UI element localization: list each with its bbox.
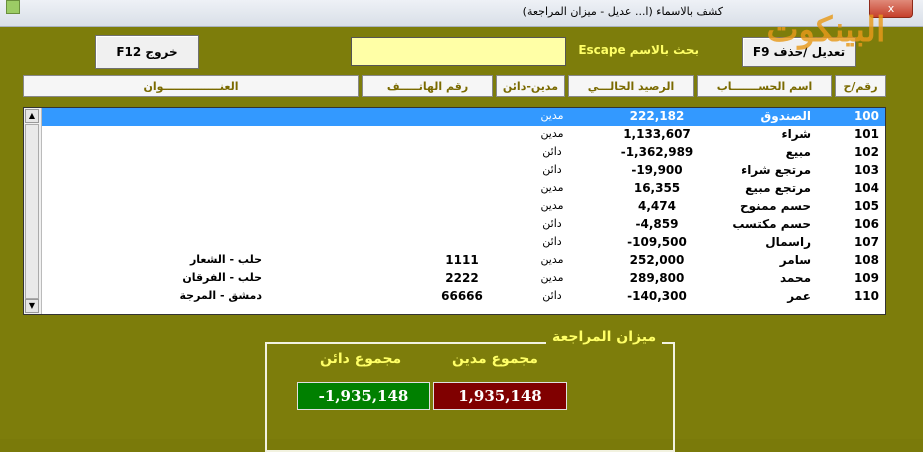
- cell-code: 105: [853, 199, 879, 213]
- cell-code: 106: [853, 217, 879, 231]
- scroll-thumb[interactable]: [25, 124, 39, 299]
- cell-code: 110: [853, 289, 879, 303]
- cell-balance: -1,362,989: [620, 145, 694, 159]
- credit-total-label: مجموع دائن: [320, 351, 402, 367]
- cell-code: 101: [853, 127, 879, 141]
- cell-type: مدين: [540, 253, 564, 266]
- cell-name: عمر: [787, 289, 811, 303]
- cell-address: حلب - الشعار: [189, 253, 262, 266]
- table-row[interactable]: 107 راسمال -109,500 دائن: [42, 234, 885, 252]
- cell-balance: 252,000: [629, 253, 685, 267]
- search-label: بحث بالاسم Escape: [578, 43, 699, 57]
- cell-type: مدين: [540, 271, 564, 284]
- search-input[interactable]: [351, 37, 566, 66]
- cell-balance: -4,859: [635, 217, 679, 231]
- exit-button[interactable]: خروج F12: [95, 35, 199, 69]
- title-bar: كشف بالاسماء (ا... عديل - ميزان المراجعة…: [0, 0, 923, 27]
- cell-name: حسم ممنوح: [740, 199, 811, 213]
- cell-name: مرتجع شراء: [741, 163, 811, 177]
- table-row[interactable]: 102 مبيع -1,362,989 دائن: [42, 144, 885, 162]
- cell-balance: 4,474: [638, 199, 676, 213]
- cell-phone: 1111: [445, 253, 479, 267]
- window-title: كشف بالاسماء (ا... عديل - ميزان المراجعة…: [522, 5, 723, 18]
- cell-type: مدين: [540, 181, 564, 194]
- debit-total-value: 1,935,148: [433, 382, 567, 410]
- cell-code: 109: [853, 271, 879, 285]
- table-row[interactable]: 100 الصندوق 222,182 مدين: [42, 108, 885, 126]
- cell-name: حسم مكتسب: [732, 217, 811, 231]
- debit-total-label: مجموع مدين: [452, 351, 538, 367]
- cell-balance: -109,500: [627, 235, 687, 249]
- table-row[interactable]: 105 حسم ممنوح 4,474 مدين: [42, 198, 885, 216]
- header-phone: رقم الهاتـــــف: [362, 75, 493, 97]
- cell-name: شراء: [781, 127, 811, 141]
- cell-name: راسمال: [765, 235, 811, 249]
- cell-name: محمد: [779, 271, 811, 285]
- table-row[interactable]: 108 سامر 252,000 مدين 1111 حلب - الشعار: [42, 252, 885, 270]
- cell-address: حلب - الفرقان: [182, 271, 262, 284]
- edit-delete-button[interactable]: تعديل /حذف F9: [742, 37, 856, 67]
- cell-type: دائن: [542, 235, 562, 248]
- table-row[interactable]: 101 شراء 1,133,607 مدين: [42, 126, 885, 144]
- cell-name: الصندوق: [760, 109, 811, 123]
- header-name: اسم الحســـــــاب: [697, 75, 832, 97]
- cell-code: 100: [853, 109, 879, 123]
- credit-total-value: -1,935,148: [297, 382, 430, 410]
- cell-type: مدين: [540, 199, 564, 212]
- cell-name: مرتجع مبيع: [745, 181, 811, 195]
- cell-balance: 16,355: [633, 181, 681, 195]
- cell-type: مدين: [540, 127, 564, 140]
- cell-type: دائن: [542, 163, 562, 176]
- close-button[interactable]: x: [869, 0, 913, 18]
- cell-type: دائن: [542, 145, 562, 158]
- vertical-scrollbar[interactable]: ▲ ▼: [24, 108, 42, 314]
- cell-type: دائن: [542, 217, 562, 230]
- cell-code: 103: [853, 163, 879, 177]
- header-address: العنـــــــــــــــوان: [23, 75, 359, 97]
- cell-balance: 289,800: [629, 271, 685, 285]
- cell-balance: -140,300: [627, 289, 687, 303]
- table-row[interactable]: 106 حسم مكتسب -4,859 دائن: [42, 216, 885, 234]
- table-row[interactable]: 103 مرتجع شراء -19,900 دائن: [42, 162, 885, 180]
- scroll-down-icon[interactable]: ▼: [25, 299, 39, 313]
- cell-type: دائن: [542, 289, 562, 302]
- header-code: رقم/ح: [835, 75, 886, 97]
- app-icon: [6, 0, 20, 14]
- table-row[interactable]: 110 عمر -140,300 دائن 66666 دمشق - المرجة: [42, 288, 885, 306]
- cell-code: 108: [853, 253, 879, 267]
- cell-balance: -19,900: [631, 163, 683, 177]
- scroll-up-icon[interactable]: ▲: [25, 109, 39, 123]
- cell-phone: 66666: [441, 289, 483, 303]
- cell-code: 102: [853, 145, 879, 159]
- cell-name: سامر: [779, 253, 811, 267]
- cell-code: 104: [853, 181, 879, 195]
- header-balance: الرصيد الحالـــي: [568, 75, 694, 97]
- cell-name: مبيع: [785, 145, 811, 159]
- main-panel: خروج F12 بحث بالاسم Escape تعديل /حذف F9…: [0, 27, 923, 452]
- cell-address: دمشق - المرجة: [179, 289, 262, 302]
- cell-balance: 1,133,607: [623, 127, 691, 141]
- cell-type: مدين: [540, 109, 564, 122]
- accounts-list[interactable]: ▲ ▼ 100 الصندوق 222,182 مدين 101 شراء 1,133,60…: [23, 107, 886, 315]
- cell-balance: 222,182: [629, 109, 685, 123]
- cell-code: 107: [853, 235, 879, 249]
- trial-balance-title: ميزان المراجعة: [546, 329, 663, 345]
- table-row[interactable]: 109 محمد 289,800 مدين 2222 حلب - الفرقان: [42, 270, 885, 288]
- table-row[interactable]: 104 مرتجع مبيع 16,355 مدين: [42, 180, 885, 198]
- header-type: مدين-دائن: [496, 75, 565, 97]
- cell-phone: 2222: [445, 271, 479, 285]
